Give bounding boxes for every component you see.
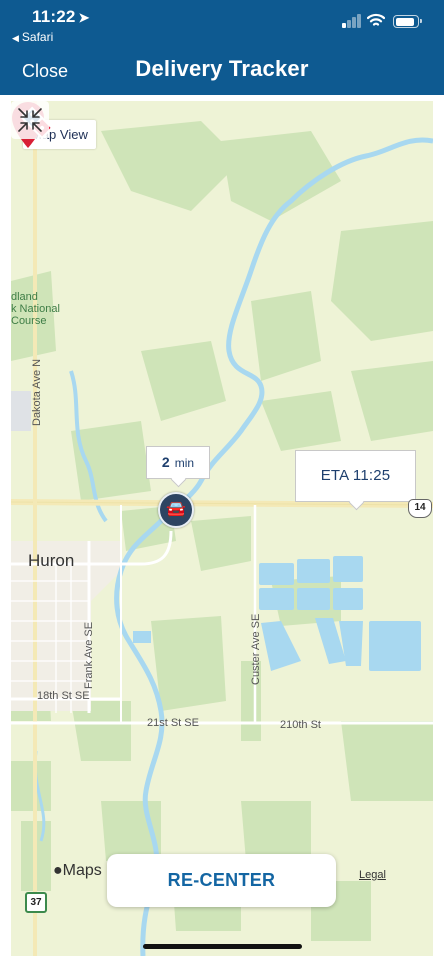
park-label: dland k National Course [11, 291, 60, 327]
driver-eta-bubble: 2 min [146, 446, 210, 479]
recenter-button[interactable]: RE-CENTER [107, 854, 336, 907]
top-bar: 11:22 ➤ ◀ Safari Close Delivery Tracker [0, 0, 444, 95]
maps-brand-text: Maps [62, 862, 102, 879]
status-time: 11:22 ➤ [32, 7, 90, 27]
frank-ave-label: Frank Ave SE [83, 621, 95, 689]
map-background [11, 101, 433, 956]
highway-37-shield: 37 [25, 892, 47, 913]
town-label: Huron [28, 551, 75, 570]
18th-st-label: 18th St SE [37, 690, 90, 702]
map-frame: dland k National Course Dakota Ave N Hur… [0, 95, 444, 960]
cellular-signal-icon [342, 14, 362, 28]
wifi-icon [367, 13, 385, 26]
location-arrow-icon: ➤ [78, 10, 90, 25]
delivery-car-icon[interactable]: 🚘 [158, 492, 194, 528]
destination-eta-bubble: ETA 11:25 [295, 450, 416, 502]
apple-logo-icon: ● [53, 862, 63, 879]
driver-eta-value: 2 [161, 454, 170, 470]
status-time-text: 11:22 [32, 7, 76, 26]
legal-link[interactable]: Legal [359, 869, 386, 881]
dakota-ave-label: Dakota Ave N [31, 358, 43, 426]
home-indicator[interactable] [143, 944, 302, 949]
back-to-app-link[interactable]: ◀ Safari [12, 30, 53, 44]
custer-ave-label: Custer Ave SE [250, 613, 262, 685]
highway-14-shield: 14 [408, 499, 432, 518]
map[interactable]: dland k National Course Dakota Ave N Hur… [11, 101, 433, 956]
210th-st-label: 210th St [280, 719, 321, 731]
battery-icon [393, 15, 422, 28]
back-triangle-icon: ◀ [12, 33, 19, 43]
apple-maps-logo: ●Maps [53, 862, 102, 880]
back-app-label: Safari [21, 30, 54, 44]
driver-eta-unit: min [174, 456, 195, 470]
21st-st-label: 21st St SE [147, 717, 199, 729]
page-title: Delivery Tracker [135, 56, 309, 81]
collapse-arrows-icon[interactable] [11, 101, 49, 139]
